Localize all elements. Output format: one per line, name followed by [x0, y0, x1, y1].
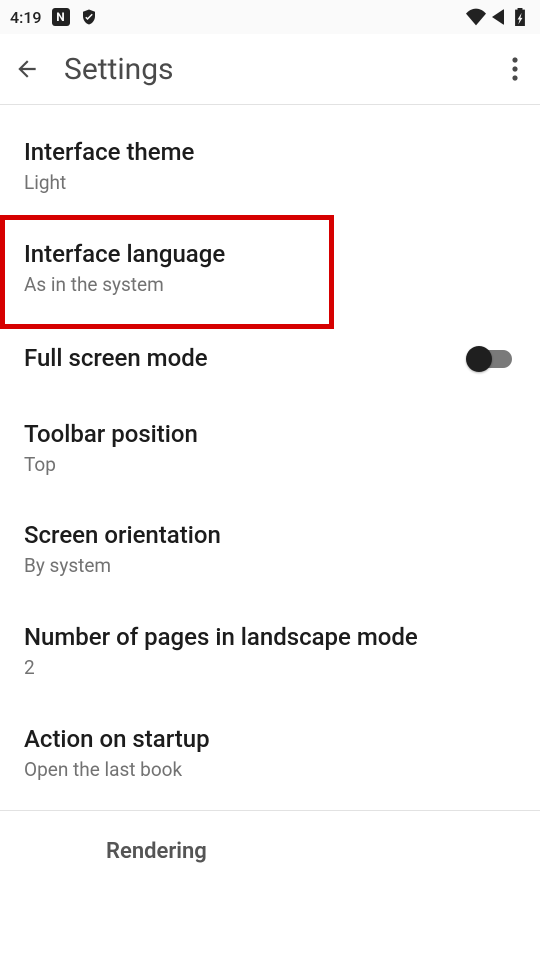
setting-value: Top — [24, 453, 516, 477]
setting-action-on-startup[interactable]: Action on startup Open the last book — [0, 702, 540, 804]
status-time: 4:19 — [10, 8, 42, 27]
status-bar: 4:19 N — [0, 0, 540, 34]
setting-interface-language[interactable]: Interface language As in the system — [0, 217, 540, 319]
setting-title: Interface language — [24, 239, 516, 269]
setting-pages-landscape[interactable]: Number of pages in landscape mode 2 — [0, 600, 540, 702]
setting-title: Number of pages in landscape mode — [24, 622, 516, 652]
app-bar-title: Settings — [64, 52, 174, 87]
setting-value: Open the last book — [24, 758, 516, 782]
setting-screen-orientation[interactable]: Screen orientation By system — [0, 498, 540, 600]
notification-badge-icon: N — [52, 8, 70, 26]
setting-value: Light — [24, 171, 516, 195]
wifi-icon — [466, 8, 486, 26]
setting-value: 2 — [24, 656, 516, 680]
shield-icon — [80, 8, 98, 26]
section-header-rendering: Rendering — [0, 811, 540, 882]
overflow-menu-icon[interactable] — [504, 49, 526, 89]
setting-title: Action on startup — [24, 724, 516, 754]
cell-signal-icon — [492, 9, 504, 25]
full-screen-toggle[interactable] — [466, 344, 516, 372]
back-arrow-icon[interactable] — [14, 56, 40, 82]
setting-value: As in the system — [24, 273, 516, 297]
settings-list: Interface theme Light Interface language… — [0, 105, 540, 882]
battery-icon — [510, 8, 530, 26]
setting-title: Interface theme — [24, 137, 516, 167]
app-bar: Settings — [0, 34, 540, 104]
setting-toolbar-position[interactable]: Toolbar position Top — [0, 397, 540, 499]
setting-interface-theme[interactable]: Interface theme Light — [0, 115, 540, 217]
setting-full-screen-mode[interactable]: Full screen mode — [0, 319, 540, 397]
setting-title: Screen orientation — [24, 520, 516, 550]
setting-value: By system — [24, 554, 516, 578]
setting-title: Toolbar position — [24, 419, 516, 449]
setting-title: Full screen mode — [24, 343, 466, 373]
